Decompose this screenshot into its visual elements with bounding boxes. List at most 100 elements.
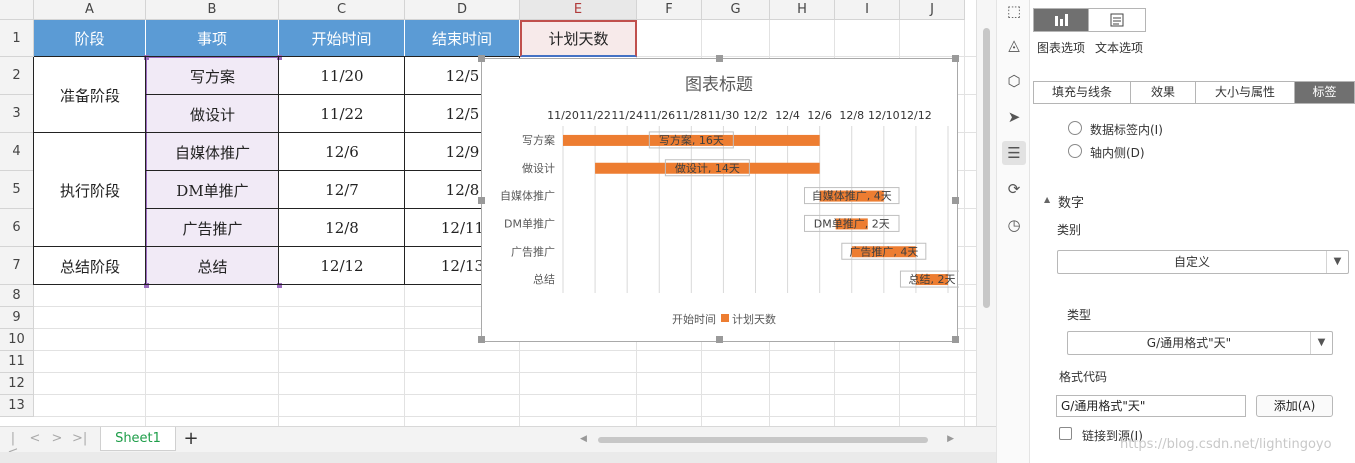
row-header-11[interactable]: 11	[0, 351, 34, 373]
category-select[interactable]: 自定义 ▼	[1057, 250, 1349, 274]
text-options-tab[interactable]	[1088, 8, 1146, 32]
header-phase[interactable]: 阶段	[34, 20, 146, 57]
task-cell[interactable]: 写方案	[146, 57, 279, 95]
gantt-chart[interactable]: 图表标题 11/20 11/22 11/24 11/26 11/28 11/30 12/2 12…	[478, 55, 959, 343]
prev-sheet-icon[interactable]: <	[28, 432, 42, 446]
chart-resize-handle[interactable]	[952, 197, 959, 204]
type-select[interactable]: G/通用格式"天" ▼	[1067, 331, 1333, 355]
spreadsheet-grid[interactable]: ABCDEFGHIJ 1 2 3 4 5 6 7 8 9 10 11 12 13 阶段 事项 开始时间 结束时…	[0, 0, 980, 428]
tab-size-props[interactable]: 大小与属性	[1196, 82, 1295, 103]
row-header-6[interactable]: 6	[0, 209, 34, 247]
row-header-3[interactable]: 3	[0, 95, 34, 133]
chart-resize-handle[interactable]	[716, 55, 723, 62]
row-header-9[interactable]: 9	[0, 307, 34, 329]
column-header-B[interactable]: B	[146, 0, 279, 20]
chart-options-tab[interactable]	[1033, 8, 1089, 32]
shapes-icon[interactable]: ⬚	[1005, 2, 1023, 20]
format-code-input[interactable]: G/通用格式"天"	[1056, 395, 1246, 417]
tab-label[interactable]: 标签	[1295, 82, 1354, 103]
vertical-scrollbar[interactable]	[976, 0, 996, 428]
column-header-C[interactable]: C	[279, 0, 405, 20]
x-tick-label: 12/12	[900, 109, 932, 122]
select-all-corner[interactable]	[0, 0, 34, 20]
column-header-I[interactable]: I	[835, 0, 900, 20]
history-icon[interactable]: ◷	[1005, 216, 1023, 234]
radio-inside-label[interactable]	[1068, 121, 1082, 135]
sheet-tab-sheet1[interactable]: Sheet1	[100, 427, 176, 451]
start-cell[interactable]: 12/12	[279, 247, 405, 285]
column-header-D[interactable]: D	[405, 0, 520, 20]
row-header-8[interactable]: 8	[0, 285, 34, 307]
task-cell[interactable]: 做设计	[146, 95, 279, 133]
category-label: 做设计	[522, 161, 555, 175]
header-end[interactable]: 结束时间	[405, 20, 520, 57]
chart-title: 图表标题	[685, 75, 753, 95]
row-header-5[interactable]: 5	[0, 171, 34, 209]
phase-cell[interactable]: 执行阶段	[34, 133, 146, 247]
column-header-A[interactable]: A	[34, 0, 146, 20]
gridline-h	[34, 372, 980, 373]
row-header-1[interactable]: 1	[0, 20, 34, 57]
crop-icon[interactable]: ⟳	[1005, 180, 1023, 198]
last-sheet-icon[interactable]: >|	[72, 432, 87, 446]
link-source-checkbox[interactable]	[1059, 427, 1072, 440]
row-header-13[interactable]: 13	[0, 395, 34, 417]
column-header-E[interactable]: E	[520, 0, 637, 20]
gridline-h	[34, 394, 980, 395]
add-sheet-button[interactable]: +	[183, 429, 199, 449]
row-header-7[interactable]: 7	[0, 247, 34, 285]
phase-cell[interactable]: 总结阶段	[34, 247, 146, 285]
fill-icon[interactable]: ◬	[1005, 36, 1023, 54]
start-cell[interactable]: 12/7	[279, 171, 405, 209]
chart-resize-handle[interactable]	[952, 336, 959, 343]
chart-resize-handle[interactable]	[952, 55, 959, 62]
app-window: ABCDEFGHIJ 1 2 3 4 5 6 7 8 9 10 11 12 13 阶段 事项 开始时间 结束时…	[0, 0, 1355, 463]
header-start[interactable]: 开始时间	[279, 20, 405, 57]
horizontal-scroll-thumb[interactable]	[598, 437, 928, 443]
vertical-scroll-thumb[interactable]	[983, 28, 990, 308]
first-sheet-icon[interactable]: |<	[6, 432, 20, 460]
start-cell[interactable]: 12/6	[279, 133, 405, 171]
tab-effect[interactable]: 效果	[1131, 82, 1196, 103]
row-header-10[interactable]: 10	[0, 329, 34, 351]
tab-fill-line[interactable]: 填充与线条	[1034, 82, 1131, 103]
phase-cell[interactable]: 准备阶段	[34, 57, 146, 133]
text-doc-icon	[1110, 13, 1124, 27]
collapse-triangle-icon[interactable]: ▲	[1044, 195, 1050, 204]
start-cell[interactable]: 12/8	[279, 209, 405, 247]
chart-resize-handle[interactable]	[716, 336, 723, 343]
legend-plan-days: 计划天数	[732, 313, 776, 326]
header-task[interactable]: 事项	[146, 20, 279, 57]
next-sheet-icon[interactable]: >	[50, 432, 64, 446]
task-cell[interactable]: DM单推广	[146, 171, 279, 209]
column-header-H[interactable]: H	[770, 0, 835, 20]
add-format-button[interactable]: 添加(A)	[1256, 395, 1333, 417]
scroll-left-icon[interactable]: ◀	[580, 434, 587, 444]
horizontal-scrollbar[interactable]: ◀ ▶	[580, 434, 960, 446]
column-header-F[interactable]: F	[637, 0, 702, 20]
chart-resize-handle[interactable]	[478, 55, 485, 62]
row-header-4[interactable]: 4	[0, 133, 34, 171]
header-days[interactable]: 计划天数	[520, 20, 637, 57]
start-cell[interactable]: 11/22	[279, 95, 405, 133]
effect-icon[interactable]: ⬡	[1005, 72, 1023, 90]
chart-resize-handle[interactable]	[478, 197, 485, 204]
column-header-G[interactable]: G	[702, 0, 770, 20]
row-header-12[interactable]: 12	[0, 373, 34, 395]
x-tick-label: 11/30	[708, 109, 740, 122]
properties-icon[interactable]: ☰	[1002, 141, 1026, 165]
chevron-down-icon: ▼	[1326, 251, 1348, 273]
radio-inside-axis[interactable]	[1068, 144, 1082, 158]
chart-resize-handle[interactable]	[478, 336, 485, 343]
x-tick-label: 11/20	[547, 109, 579, 122]
data-label: DM单推广, 2天	[814, 216, 890, 230]
cursor-icon[interactable]: ➤	[1005, 108, 1023, 126]
gridline-h	[34, 416, 980, 417]
start-cell[interactable]: 11/20	[279, 57, 405, 95]
row-header-2[interactable]: 2	[0, 57, 34, 95]
task-cell[interactable]: 自媒体推广	[146, 133, 279, 171]
column-header-J[interactable]: J	[900, 0, 965, 20]
task-cell[interactable]: 广告推广	[146, 209, 279, 247]
task-cell[interactable]: 总结	[146, 247, 279, 285]
scroll-right-icon[interactable]: ▶	[947, 434, 954, 444]
